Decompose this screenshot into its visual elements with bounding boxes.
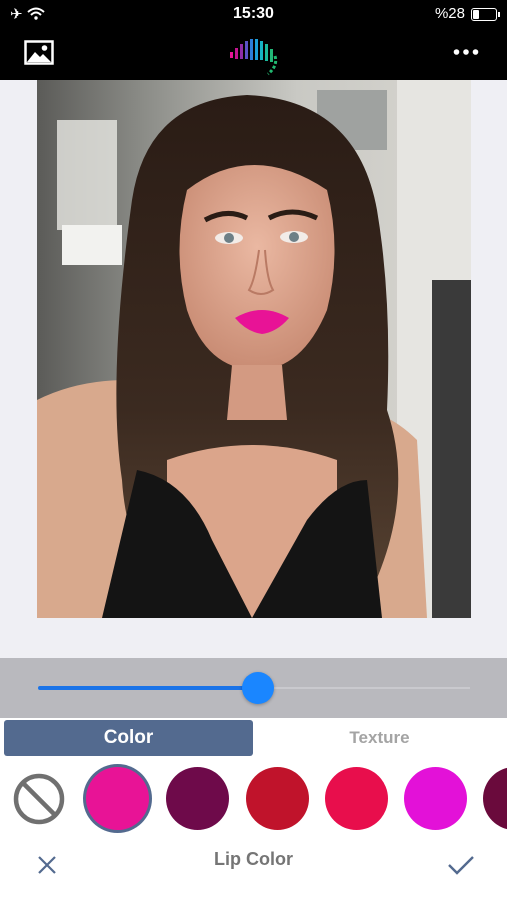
color-swatch-2[interactable] [246, 767, 309, 830]
color-swatch-list [0, 760, 507, 840]
gallery-icon[interactable] [24, 40, 54, 65]
tab-texture[interactable]: Texture [256, 720, 503, 756]
battery-icon [471, 8, 500, 21]
no-color-icon[interactable] [12, 772, 66, 826]
color-swatch-4[interactable] [404, 767, 467, 830]
app-logo-icon [230, 39, 278, 76]
status-time: 15:30 [233, 5, 274, 22]
color-swatch-5[interactable] [483, 767, 507, 830]
more-icon[interactable] [453, 48, 479, 56]
slider-thumb[interactable] [242, 672, 275, 704]
intensity-slider[interactable] [0, 658, 507, 718]
color-swatch-3[interactable] [325, 767, 388, 830]
mode-tabs: Color Texture [0, 718, 507, 760]
feature-title: Lip Color [214, 849, 293, 869]
battery-percent: %28 [434, 5, 465, 22]
tab-color[interactable]: Color [4, 720, 253, 756]
portrait-photo [37, 80, 471, 618]
top-toolbar [0, 28, 507, 80]
bottom-bar: Lip Color [0, 840, 507, 900]
checkmark-icon[interactable] [447, 854, 475, 876]
slider-fill [38, 686, 259, 690]
color-swatch-1[interactable] [166, 767, 229, 830]
color-swatch-0[interactable] [86, 767, 149, 830]
status-bar: ✈ ︎ 15:30 %28 [0, 0, 507, 28]
